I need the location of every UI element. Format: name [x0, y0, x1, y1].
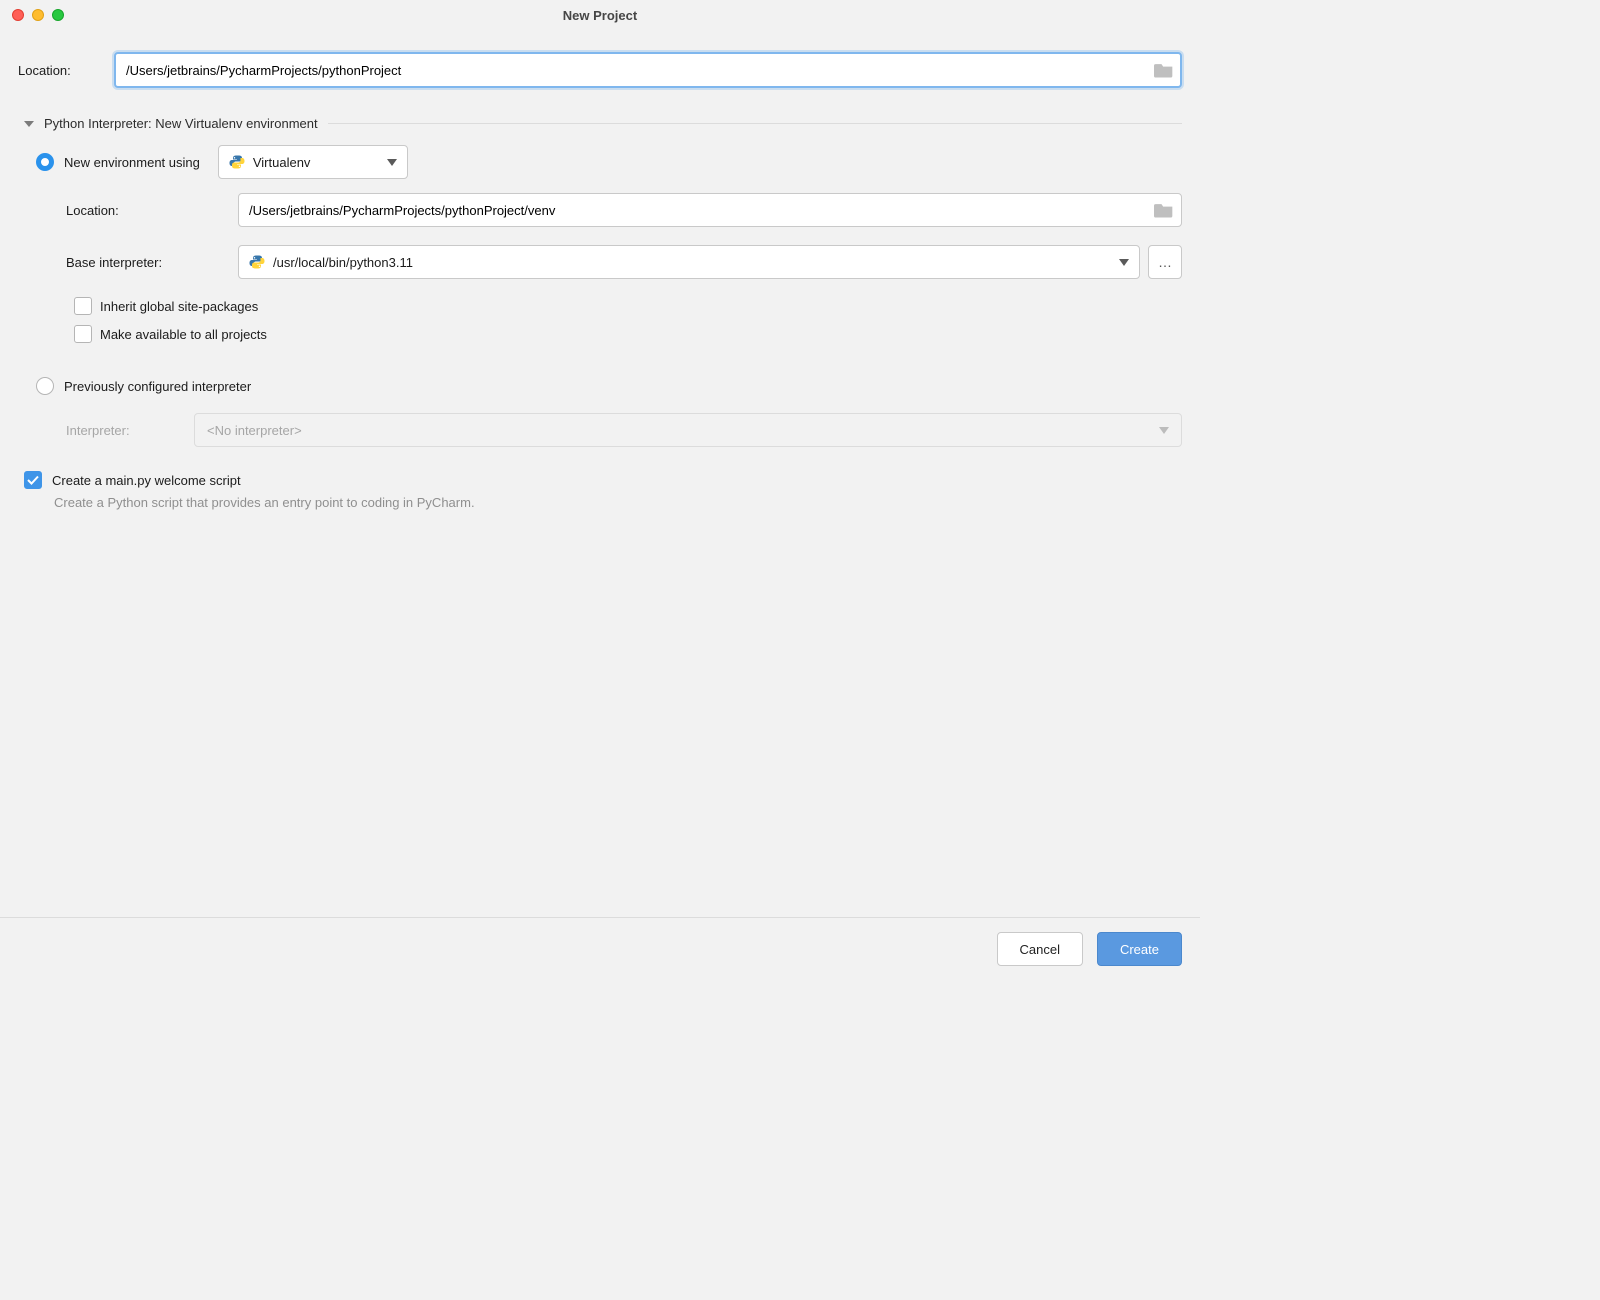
divider	[328, 123, 1182, 124]
prev-env-radio-label: Previously configured interpreter	[64, 379, 251, 394]
python-icon	[229, 154, 245, 170]
prev-interpreter-value: <No interpreter>	[207, 423, 1159, 438]
browse-folder-icon[interactable]	[1154, 62, 1174, 78]
venv-location-input[interactable]	[238, 193, 1182, 227]
browse-base-interpreter-button[interactable]: …	[1148, 245, 1182, 279]
chevron-down-icon	[387, 159, 397, 166]
inherit-global-checkbox[interactable]	[74, 297, 92, 315]
env-tool-dropdown[interactable]: Virtualenv	[218, 145, 408, 179]
chevron-down-icon	[1159, 427, 1169, 434]
welcome-script-checkbox[interactable]	[24, 471, 42, 489]
inherit-global-label: Inherit global site-packages	[100, 299, 258, 314]
prev-interpreter-label: Interpreter:	[66, 423, 194, 438]
interpreter-section-label: Python Interpreter: New Virtualenv envir…	[44, 116, 318, 131]
base-interpreter-value: /usr/local/bin/python3.11	[273, 255, 1111, 270]
env-tool-value: Virtualenv	[253, 155, 379, 170]
make-available-checkbox[interactable]	[74, 325, 92, 343]
location-input[interactable]	[114, 52, 1182, 88]
prev-interpreter-dropdown[interactable]: <No interpreter>	[194, 413, 1182, 447]
new-env-radio-label: New environment using	[64, 155, 200, 170]
browse-venv-folder-icon[interactable]	[1154, 202, 1174, 218]
section-toggle-chevron-icon[interactable]	[24, 121, 34, 127]
welcome-script-label: Create a main.py welcome script	[52, 473, 241, 488]
chevron-down-icon	[1119, 259, 1129, 266]
location-label: Location:	[18, 63, 114, 78]
cancel-button[interactable]: Cancel	[997, 932, 1083, 966]
prev-env-radio[interactable]	[36, 377, 54, 395]
make-available-label: Make available to all projects	[100, 327, 267, 342]
welcome-script-description: Create a Python script that provides an …	[54, 495, 1182, 510]
new-env-radio[interactable]	[36, 153, 54, 171]
window-title: New Project	[0, 8, 1200, 23]
base-interpreter-label: Base interpreter:	[66, 255, 238, 270]
venv-location-label: Location:	[66, 203, 238, 218]
create-button[interactable]: Create	[1097, 932, 1182, 966]
base-interpreter-dropdown[interactable]: /usr/local/bin/python3.11	[238, 245, 1140, 279]
titlebar: New Project	[0, 0, 1200, 30]
python-icon	[249, 254, 265, 270]
